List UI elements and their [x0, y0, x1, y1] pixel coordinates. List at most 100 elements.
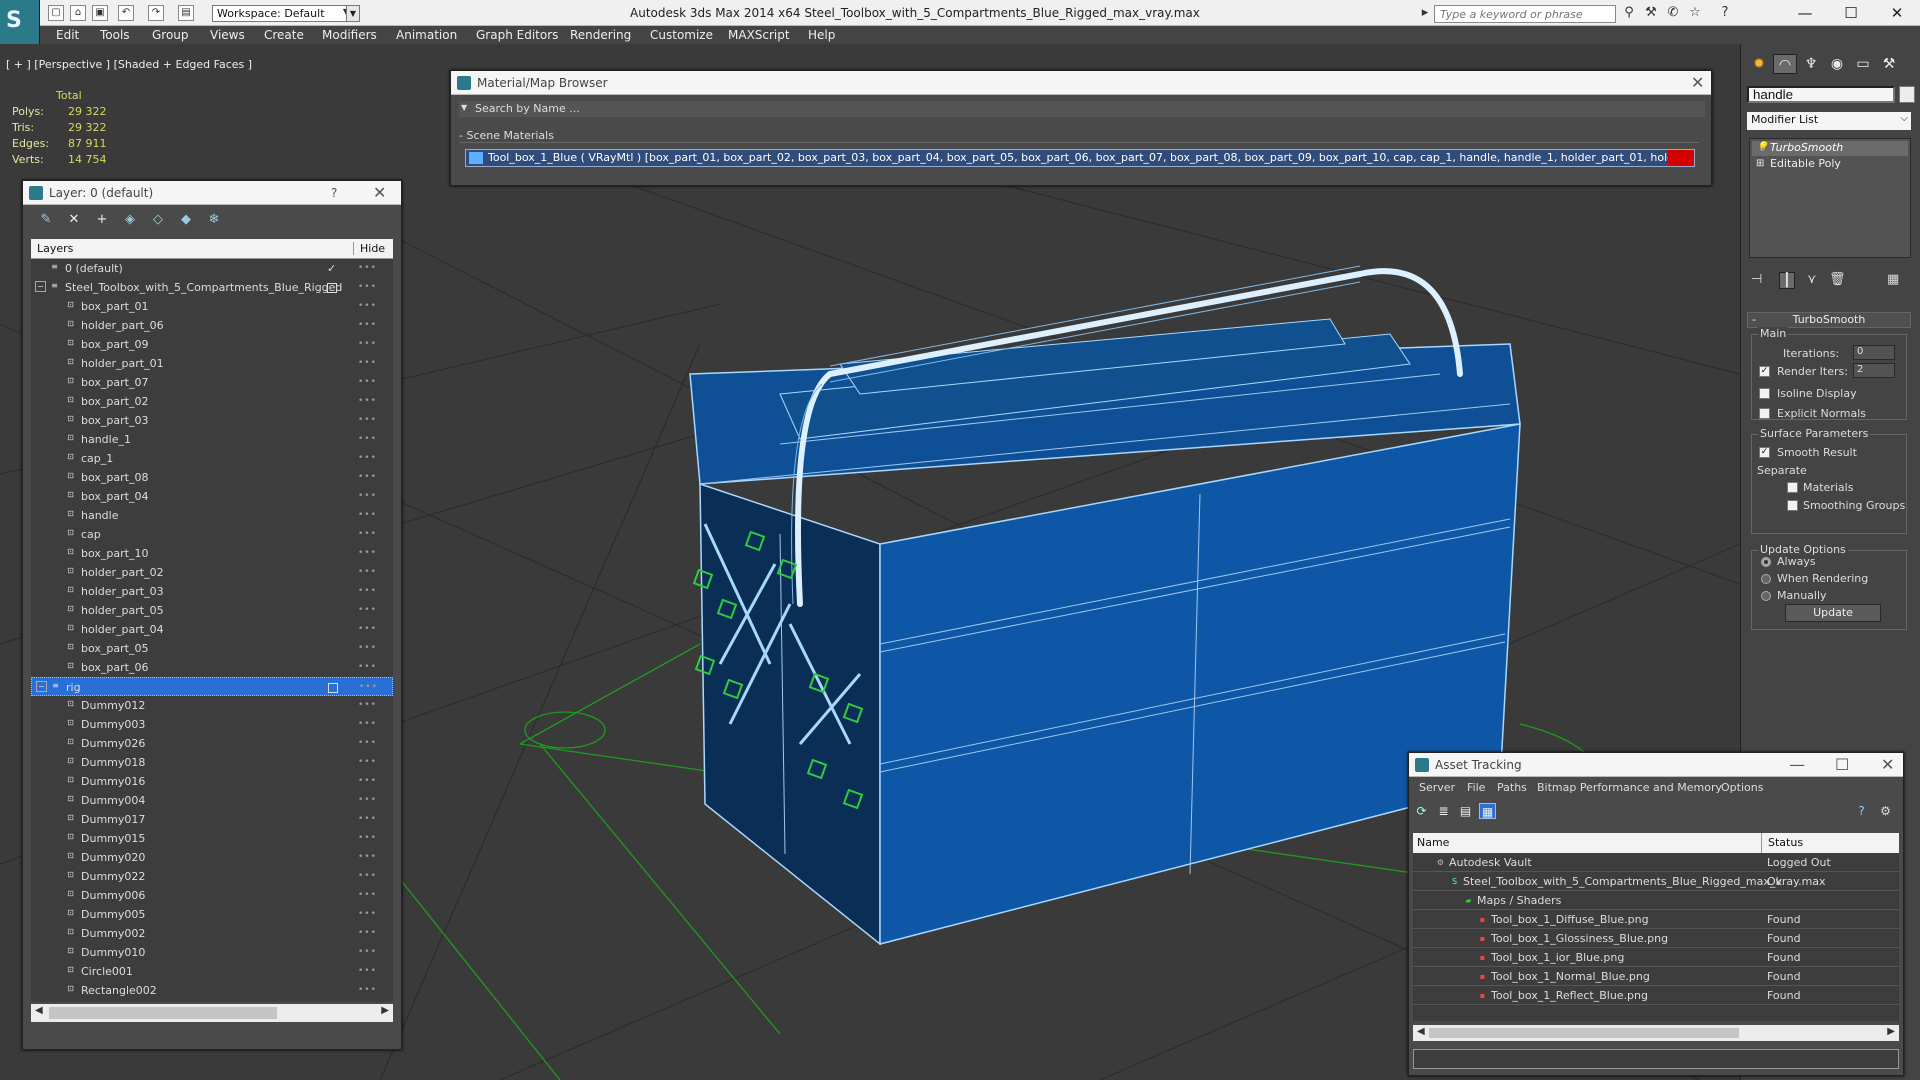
search-input[interactable]	[1434, 5, 1616, 23]
add-to-layer-icon[interactable]: +	[93, 212, 111, 228]
smoothing-groups-checkbox[interactable]	[1787, 500, 1798, 511]
menu-group[interactable]: Group	[152, 28, 189, 42]
make-unique-icon[interactable]: ⋎	[1807, 272, 1817, 287]
hide-toggle[interactable]: •••	[358, 947, 377, 957]
render-iters-spinner[interactable]: 2	[1853, 363, 1895, 378]
hide-toggle[interactable]: •••	[358, 586, 377, 596]
object-row[interactable]: ⊡ Dummy004 •••	[31, 791, 393, 810]
help-icon[interactable]: ?	[331, 186, 337, 200]
hide-toggle[interactable]: •••	[358, 605, 377, 615]
layer-row[interactable]: − ≡ rig •••	[31, 677, 393, 696]
asset-menu-file[interactable]: File	[1467, 781, 1485, 794]
hide-toggle[interactable]: •••	[358, 719, 377, 729]
object-row[interactable]: ⊡ Dummy022 •••	[31, 867, 393, 886]
motion-tab-icon[interactable]: ◉	[1825, 54, 1849, 74]
open-folder-icon[interactable]: ⌂	[70, 5, 86, 21]
hide-toggle[interactable]: •••	[358, 453, 377, 463]
close-icon[interactable]: ✕	[373, 183, 386, 202]
hide-all-icon[interactable]: ◆	[177, 212, 195, 228]
update-button[interactable]: Update	[1785, 604, 1881, 622]
asset-list[interactable]: ⚙ Autodesk Vault Logged Out S Steel_Toolbox_…	[1413, 853, 1899, 1021]
object-row[interactable]: ⊡ Dummy020 •••	[31, 848, 393, 867]
update-always-radio[interactable]	[1761, 557, 1771, 567]
menu-customize[interactable]: Customize	[650, 28, 713, 42]
asset-row[interactable]: ▪ Tool_box_1_Glossiness_Blue.png Found	[1413, 929, 1899, 948]
col-hide-header[interactable]: Hide	[353, 242, 385, 255]
object-row[interactable]: ⊡ Dummy026 •••	[31, 734, 393, 753]
object-row[interactable]: ⊡ box_part_04 •••	[31, 487, 393, 506]
explicit-normals-checkbox[interactable]	[1759, 408, 1770, 419]
object-row[interactable]: ⊡ box_part_05 •••	[31, 639, 393, 658]
asset-menu-paths[interactable]: Paths	[1497, 781, 1527, 794]
scroll-right-icon[interactable]: ▶	[381, 1005, 389, 1016]
scrollbar-thumb[interactable]	[49, 1007, 277, 1019]
object-row[interactable]: ⊡ holder_part_03 •••	[31, 582, 393, 601]
set-current-layer-box[interactable]	[328, 683, 338, 693]
object-row[interactable]: ⊡ holder_part_02 •••	[31, 563, 393, 582]
update-manually-radio[interactable]	[1761, 591, 1771, 601]
object-row[interactable]: ⊡ Dummy002 •••	[31, 924, 393, 943]
redo-icon[interactable]: ↷	[148, 5, 164, 21]
object-row[interactable]: ⊡ holder_part_01 •••	[31, 354, 393, 373]
hide-toggle[interactable]: •••	[358, 320, 377, 330]
asset-row[interactable]: ▪ Tool_box_1_ior_Blue.png Found	[1413, 948, 1899, 967]
menu-views[interactable]: Views	[210, 28, 245, 42]
expand-plus-icon[interactable]: ⊞	[1756, 158, 1764, 169]
iterations-spinner[interactable]: 0	[1853, 345, 1895, 360]
asset-tracking-titlebar[interactable]: Asset Tracking — ☐ ✕	[1409, 753, 1903, 777]
save-icon[interactable]: ▣	[92, 5, 108, 21]
asset-row[interactable]: ▰ Maps / Shaders	[1413, 891, 1899, 910]
object-row[interactable]: ⊡ cap_1 •••	[31, 449, 393, 468]
update-when-rendering-radio[interactable]	[1761, 574, 1771, 584]
app-menu-button[interactable]: S	[0, 0, 40, 44]
smooth-result-checkbox[interactable]: ✓	[1759, 447, 1770, 458]
binoculars-icon[interactable]: ⚲	[1620, 5, 1638, 22]
select-objects-icon[interactable]: ◈	[121, 212, 139, 228]
hide-toggle[interactable]: •••	[358, 529, 377, 539]
maximize-icon[interactable]: ☐	[1828, 0, 1874, 26]
hide-toggle[interactable]: •••	[358, 377, 377, 387]
hide-toggle[interactable]: •••	[358, 282, 377, 292]
undo-icon[interactable]: ↶	[118, 5, 134, 21]
favorites-star-icon[interactable]: ☆	[1686, 5, 1704, 22]
menu-create[interactable]: Create	[264, 28, 304, 42]
help-icon[interactable]: ?	[1716, 5, 1734, 22]
minimize-icon[interactable]: —	[1789, 755, 1805, 774]
menu-graph-editors[interactable]: Graph Editors	[476, 28, 558, 42]
object-row[interactable]: ⊡ holder_part_05 •••	[31, 601, 393, 620]
layer-window-titlebar[interactable]: Layer: 0 (default) ? ✕	[23, 181, 401, 205]
object-color-swatch[interactable]	[1899, 86, 1915, 103]
menu-tools[interactable]: Tools	[100, 28, 130, 42]
layer-horizontal-scrollbar[interactable]: ◀ ▶	[31, 1004, 393, 1022]
hide-toggle[interactable]: •••	[358, 890, 377, 900]
table-view-icon[interactable]: ▦	[1479, 803, 1496, 819]
hide-toggle[interactable]: •••	[358, 757, 377, 767]
asset-row[interactable]: S Steel_Toolbox_with_5_Compartments_Blue_…	[1413, 872, 1899, 891]
hide-toggle[interactable]: •••	[358, 795, 377, 805]
show-end-result-icon[interactable]: ┃	[1779, 272, 1795, 289]
create-layer-icon[interactable]: ✎	[37, 212, 55, 228]
object-row[interactable]: ⊡ box_part_09 •••	[31, 335, 393, 354]
collapse-icon[interactable]: −	[35, 281, 46, 292]
pin-stack-icon[interactable]: ⊣	[1751, 272, 1762, 287]
hide-toggle[interactable]: •••	[358, 491, 377, 501]
freeze-all-icon[interactable]: ❄	[205, 212, 223, 228]
object-row[interactable]: ⊡ Dummy018 •••	[31, 753, 393, 772]
col-layers-header[interactable]: Layers	[37, 242, 73, 255]
set-current-layer-box[interactable]	[327, 283, 337, 293]
object-row[interactable]: ⊡ cap •••	[31, 525, 393, 544]
hide-toggle[interactable]: •••	[358, 301, 377, 311]
object-row[interactable]: ⊡Rectangle001•••	[31, 1000, 393, 1002]
object-row[interactable]: ⊡ box_part_03 •••	[31, 411, 393, 430]
subscription-icon[interactable]: ⚒	[1642, 5, 1660, 22]
collapse-icon[interactable]: −	[36, 681, 47, 692]
asset-row[interactable]: ⚙ Autodesk Vault Logged Out	[1413, 853, 1899, 872]
hide-toggle[interactable]: •••	[358, 738, 377, 748]
detail-view-icon[interactable]: ▤	[1457, 803, 1474, 819]
separate-materials-checkbox[interactable]	[1787, 482, 1798, 493]
hide-toggle[interactable]: •••	[358, 396, 377, 406]
scroll-left-icon[interactable]: ◀	[1417, 1026, 1425, 1037]
hide-toggle[interactable]: •••	[358, 339, 377, 349]
hide-toggle[interactable]: •••	[358, 567, 377, 577]
material-search-input[interactable]: ▼ Search by Name ...	[459, 101, 1705, 117]
